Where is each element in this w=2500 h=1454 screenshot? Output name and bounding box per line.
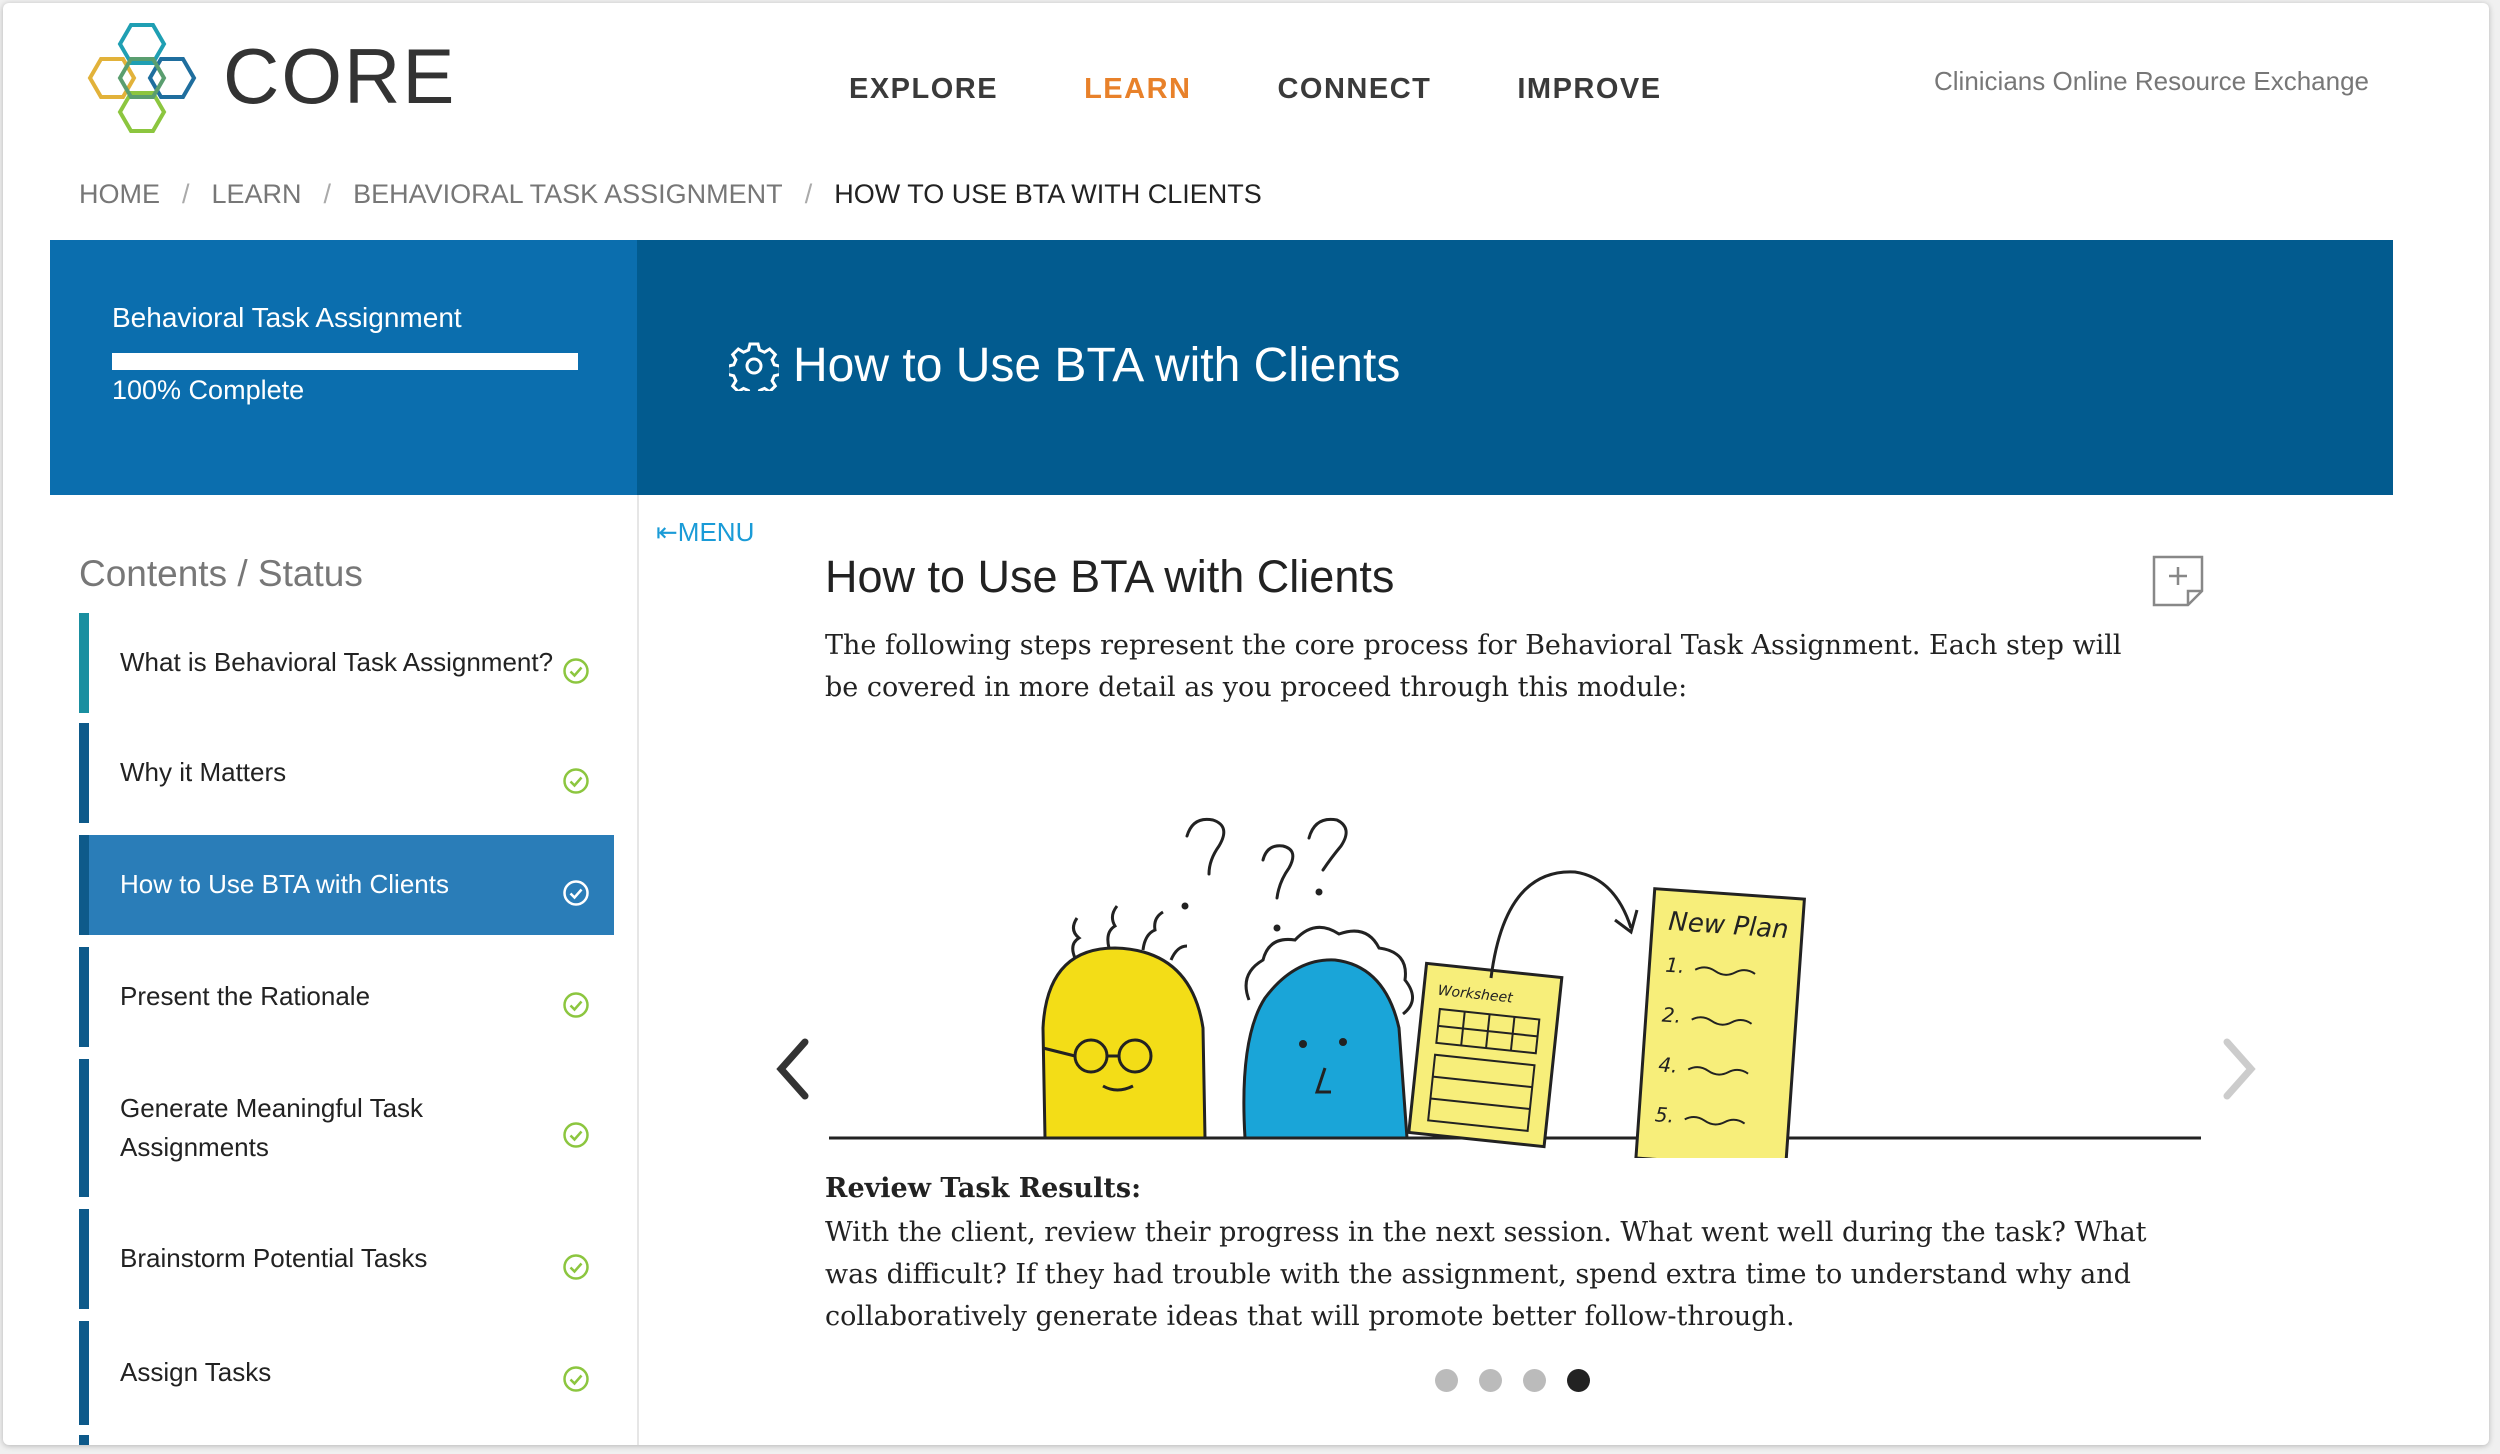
breadcrumb: HOME / LEARN / BEHAVIORAL TASK ASSIGNMEN… bbox=[79, 179, 1262, 210]
chevron-left-icon[interactable] bbox=[771, 1036, 817, 1102]
carousel-dot[interactable] bbox=[1435, 1369, 1458, 1392]
sidebar-item-assign-tasks[interactable]: Assign Tasks bbox=[79, 1321, 614, 1425]
check-circle-icon bbox=[563, 880, 589, 906]
brand-name[interactable]: CORE bbox=[223, 31, 456, 122]
plan-item-number: 2. bbox=[1661, 1003, 1682, 1028]
brand-tagline: Clinicians Online Resource Exchange bbox=[1933, 66, 2369, 96]
breadcrumb-learn[interactable]: LEARN bbox=[212, 179, 302, 210]
main-nav: EXPLORE LEARN CONNECT IMPROVE bbox=[849, 73, 1748, 106]
slide-caption-title: Review Task Results: bbox=[825, 1173, 1142, 1204]
sidebar-item-label: Assign Tasks bbox=[120, 1357, 272, 1387]
sidebar-item-label: Why it Matters bbox=[120, 757, 287, 787]
page-heading: How to Use BTA with Clients bbox=[793, 339, 1401, 392]
core-logo-icon[interactable] bbox=[79, 21, 209, 133]
slide-caption-body: With the client, review their progress i… bbox=[825, 1217, 2147, 1332]
content-title: How to Use BTA with Clients bbox=[825, 551, 1395, 602]
blue-character bbox=[1242, 925, 1414, 1140]
sidebar-item-label: Brainstorm Potential Tasks bbox=[120, 1243, 428, 1273]
intro-text: The following steps represent the core p… bbox=[825, 630, 2122, 703]
nav-learn[interactable]: LEARN bbox=[1084, 73, 1191, 106]
check-circle-icon bbox=[563, 1366, 589, 1392]
page-card: CORE EXPLORE LEARN CONNECT IMPROVE Clini… bbox=[3, 3, 2489, 1445]
breadcrumb-separator: / bbox=[182, 179, 190, 209]
chevron-right-icon[interactable] bbox=[2215, 1036, 2261, 1102]
sidebar-item-label: What is Behavioral Task Assignment? bbox=[120, 647, 554, 677]
carousel-dot[interactable] bbox=[1523, 1369, 1546, 1392]
gear-icon bbox=[729, 342, 779, 391]
content-divider bbox=[637, 495, 639, 1445]
question-marks bbox=[1181, 817, 1348, 932]
plan-item-number: 5. bbox=[1654, 1102, 1675, 1127]
carousel-dot[interactable] bbox=[1479, 1369, 1502, 1392]
carousel-slide-illustration: Worksheet New Plan 1. 2. 4. 5. bbox=[825, 738, 2205, 1158]
sidebar-item-present-rationale[interactable]: Present the Rationale bbox=[79, 947, 614, 1047]
yellow-character bbox=[1041, 905, 1207, 1140]
menu-toggle-label: MENU bbox=[677, 517, 755, 547]
sidebar-item-brainstorm-tasks[interactable]: Brainstorm Potential Tasks bbox=[79, 1209, 614, 1309]
sidebar-item-why-it-matters[interactable]: Why it Matters bbox=[79, 723, 614, 823]
collapse-arrow-icon: ⇤ bbox=[656, 517, 678, 547]
check-circle-icon bbox=[563, 1254, 589, 1280]
sidebar-item-what-is-bta[interactable]: What is Behavioral Task Assignment? bbox=[79, 613, 614, 713]
sidebar-item-label: How to Use BTA with Clients bbox=[120, 869, 449, 899]
sidebar-item-how-to-use-bta[interactable]: How to Use BTA with Clients bbox=[79, 835, 614, 935]
sidebar-title: Contents / Status bbox=[79, 553, 363, 594]
nav-improve[interactable]: IMPROVE bbox=[1517, 73, 1661, 106]
add-note-icon[interactable] bbox=[2151, 554, 2205, 608]
sidebar-item-generate-tasks[interactable]: Generate Meaningful Task Assignments bbox=[79, 1059, 614, 1197]
carousel-pagination bbox=[1435, 1369, 1590, 1392]
course-progress-panel: Behavioral Task Assignment 100% Complete bbox=[50, 240, 637, 495]
menu-toggle-button[interactable]: ⇤MENU bbox=[656, 517, 754, 548]
plan-item-number: 4. bbox=[1658, 1052, 1679, 1077]
sidebar-item-label: Generate Meaningful Task Assignments bbox=[120, 1093, 424, 1162]
contents-sidebar: Contents / Status What is Behavioral Tas… bbox=[50, 495, 637, 1445]
check-circle-icon bbox=[563, 768, 589, 794]
carousel-dot-active[interactable] bbox=[1567, 1369, 1590, 1392]
worksheet-note: Worksheet bbox=[1407, 961, 1564, 1149]
check-circle-icon bbox=[563, 1122, 589, 1148]
course-progress-label: 100% Complete bbox=[112, 375, 305, 405]
nav-connect[interactable]: CONNECT bbox=[1277, 73, 1431, 106]
breadcrumb-separator: / bbox=[804, 179, 813, 209]
nav-explore[interactable]: EXPLORE bbox=[849, 73, 998, 106]
breadcrumb-current: HOW TO USE BTA WITH CLIENTS bbox=[834, 179, 1262, 209]
plan-item-number: 1. bbox=[1665, 953, 1686, 978]
breadcrumb-home[interactable]: HOME bbox=[79, 179, 160, 210]
breadcrumb-course[interactable]: BEHAVIORAL TASK ASSIGNMENT bbox=[353, 179, 783, 210]
sidebar-item-more[interactable] bbox=[79, 1435, 614, 1445]
course-progress-fill bbox=[112, 353, 578, 370]
breadcrumb-separator: / bbox=[323, 179, 332, 209]
course-progress-bar bbox=[112, 353, 578, 370]
sidebar-item-label: Present the Rationale bbox=[120, 981, 371, 1011]
new-plan-note: New Plan 1. 2. 4. 5. bbox=[1634, 887, 1806, 1158]
course-title[interactable]: Behavioral Task Assignment bbox=[112, 302, 462, 334]
check-circle-icon bbox=[563, 992, 589, 1018]
check-circle-icon bbox=[563, 658, 589, 684]
page-header-banner: How to Use BTA with Clients bbox=[637, 240, 2393, 495]
